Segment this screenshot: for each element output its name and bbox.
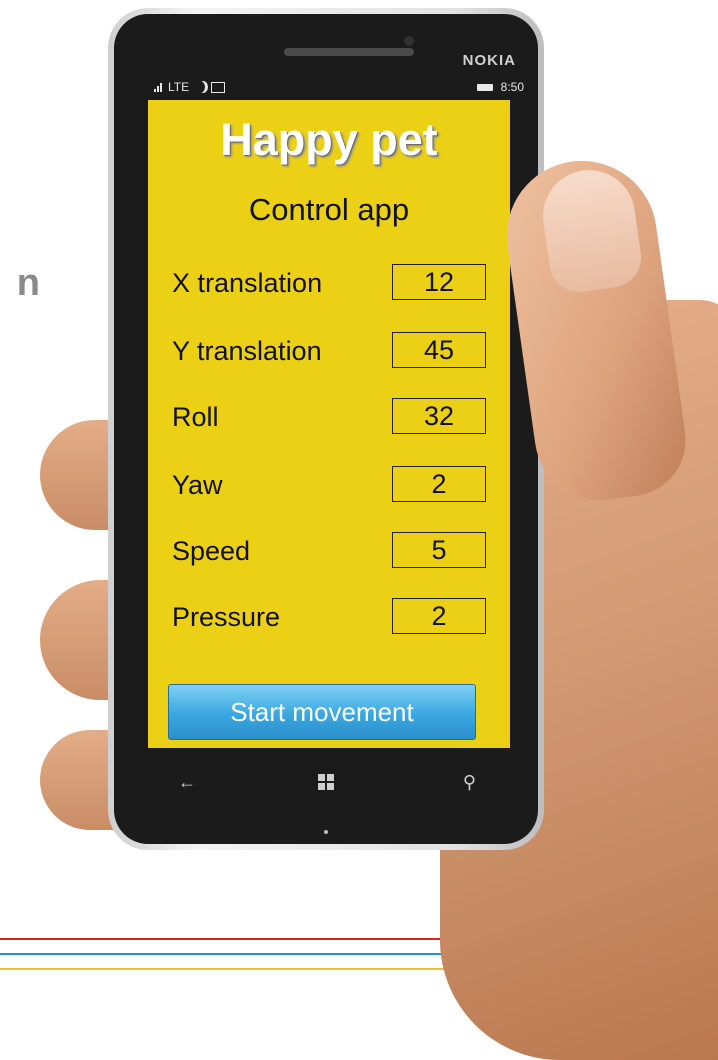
phone-sensor-dot [324,830,328,834]
earpiece [284,48,414,56]
search-icon[interactable]: ⚲ [463,772,476,793]
message-icon [211,81,226,93]
windows-icon[interactable] [318,774,334,790]
phone-brand: NOKIA [462,52,516,69]
battery-icon [476,83,493,91]
app-subtitle: Control app [248,192,410,227]
x-translation-input[interactable] [392,264,486,300]
field-row-yaw: Yaw [172,466,486,506]
status-time: 8:50 [500,80,524,94]
field-label: Y translation [172,336,322,366]
decorative-stripe-yellow [0,968,480,970]
field-label: Yaw [172,470,223,500]
field-row-pressure: Pressure [172,598,486,638]
front-camera [404,36,414,46]
field-label: X translation [172,268,323,298]
field-label: Speed [172,536,251,566]
field-label: Roll [172,402,219,432]
decorative-stripe-blue [0,953,480,955]
app-screen: Happy pet Control app X translation Y tr… [148,100,510,748]
status-bar: LTE 8:50 [154,78,524,98]
back-arrow-icon[interactable]: ← [178,772,196,793]
moon-icon [195,81,205,93]
field-row-speed: Speed [172,532,486,572]
phone-nav-bar: ← ⚲ [148,760,510,834]
speed-input[interactable] [392,532,486,568]
y-translation-input[interactable] [392,332,486,368]
decorative-stripe-red [0,938,480,940]
app-title: Happy pet [220,114,438,165]
slide-text-fragment: n [16,262,40,304]
yaw-input[interactable] [392,466,486,502]
pressure-input[interactable] [392,598,486,634]
field-label: Pressure [172,602,281,632]
field-row-x-translation: X translation [172,264,486,304]
roll-input[interactable] [392,398,486,434]
signal-icon [154,82,162,92]
field-row-roll: Roll [172,398,486,438]
field-row-y-translation: Y translation [172,332,486,372]
start-movement-button[interactable]: Start movement [168,684,476,740]
network-label: LTE [168,80,190,94]
